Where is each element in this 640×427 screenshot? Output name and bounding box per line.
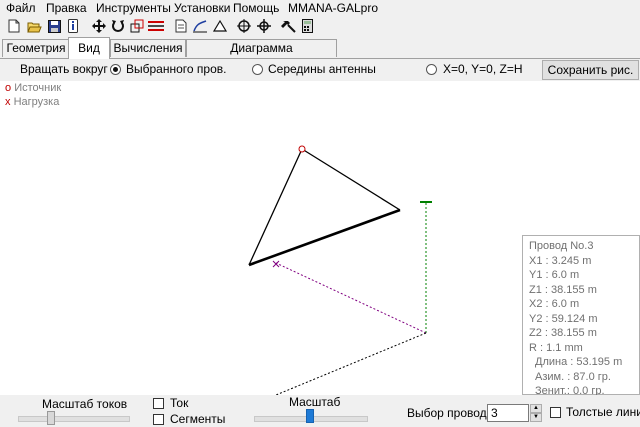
segments-checkbox-label[interactable]: Сегменты (170, 412, 225, 426)
tab-strip: Геометрия Вид Вычисления Диаграмма напра… (0, 37, 640, 72)
wire-1 (301, 148, 401, 211)
source-marker (298, 145, 306, 153)
current-scale-slider-thumb[interactable] (47, 411, 55, 425)
open-folder-icon[interactable] (26, 18, 42, 34)
current-checkbox[interactable] (153, 398, 164, 409)
thick-lines-checkbox[interactable] (550, 407, 561, 418)
menu-mmana-galpro[interactable]: MMANA-GALpro (288, 1, 378, 15)
current-checkbox-label[interactable]: Ток (170, 396, 188, 410)
toolbar (0, 17, 640, 37)
x-axis (275, 262, 427, 334)
scale-slider-thumb[interactable] (306, 409, 314, 423)
info-icon[interactable] (65, 18, 81, 34)
hammer-icon[interactable] (280, 18, 296, 34)
wires-icon[interactable] (148, 18, 164, 34)
calculator-icon[interactable] (299, 18, 315, 34)
wire-info-title: Провод No.3 (529, 240, 594, 252)
wire-3-selected (248, 208, 401, 267)
thick-lines-label[interactable]: Толстые линии (566, 405, 640, 419)
radio-origin[interactable] (426, 64, 437, 75)
current-scale-label: Масштаб токов (42, 397, 128, 411)
radio-antenna-center-label[interactable]: Середины антенны (268, 62, 376, 76)
target-icon[interactable] (236, 18, 252, 34)
wire-info-length: Длина : 53.195 m (535, 356, 623, 368)
menu-help[interactable]: Помощь (233, 1, 279, 15)
triangle-icon[interactable] (212, 18, 228, 34)
wire-info-y2: Y2 : 59.124 m (529, 312, 598, 325)
rotate-icon[interactable] (110, 18, 126, 34)
load-marker (272, 260, 280, 268)
wire-info-azimuth: Азим. : 87.0 гр. (535, 370, 611, 383)
tab-radiation-pattern[interactable]: Диаграмма направленности (186, 39, 337, 72)
menu-bar: Файл Правка Инструменты Установки Помощь… (0, 0, 640, 17)
wire-info-panel: Провод No.3 X1 : 3.245 m Y1 : 6.0 m Z1 :… (522, 235, 640, 397)
spin-up-button[interactable]: ▲ (530, 404, 542, 413)
save-picture-button[interactable]: Сохранить рис. (542, 60, 639, 80)
save-icon[interactable] (46, 18, 62, 34)
tab-view[interactable]: Вид (68, 37, 110, 59)
y-axis (275, 332, 427, 395)
document-icon[interactable] (173, 18, 189, 34)
menu-settings[interactable]: Установки (174, 1, 230, 15)
wire-select-input[interactable]: 3 (487, 404, 529, 422)
antenna-view-canvas[interactable]: o Источник x Нагрузка Провод No.3 X1 : 3… (0, 81, 640, 397)
move-arrows-icon[interactable] (91, 18, 107, 34)
wire-info-z2: Z2 : 38.155 m (529, 327, 597, 339)
radio-selected-wire[interactable] (110, 64, 121, 75)
menu-edit[interactable]: Правка (46, 1, 87, 15)
tab-calculations[interactable]: Вычисления (110, 39, 186, 57)
menu-file[interactable]: Файл (6, 1, 36, 15)
wire-info-z1: Z1 : 38.155 m (529, 283, 597, 296)
radio-origin-label[interactable]: X=0, Y=0, Z=H (443, 62, 523, 76)
menu-tools[interactable]: Инструменты (96, 1, 171, 15)
rotate-options-row: Вращать вокруг : Выбранного пров. Середи… (0, 59, 640, 81)
wire-select-label: Выбор провода (407, 406, 494, 420)
wire-info-x2: X2 : 6.0 m (529, 298, 580, 310)
new-file-icon[interactable] (6, 18, 22, 34)
scale-icon[interactable] (129, 18, 145, 34)
rotate-label: Вращать вокруг : (20, 62, 115, 76)
scale-label: Масштаб (289, 395, 341, 409)
tab-geometry[interactable]: Геометрия (2, 39, 70, 57)
segments-checkbox[interactable] (153, 414, 164, 425)
crosshair-icon[interactable] (256, 18, 272, 34)
spin-down-button[interactable]: ▼ (530, 413, 542, 422)
bottom-controls: Масштаб токов Ток Сегменты Масштаб Выбор… (0, 395, 640, 427)
draw-icon[interactable] (192, 18, 208, 34)
radio-antenna-center[interactable] (252, 64, 263, 75)
current-scale-track[interactable] (18, 416, 130, 422)
wire-info-radius: R : 1.1 mm (529, 341, 583, 354)
wire-info-y1: Y1 : 6.0 m (529, 269, 580, 281)
radio-selected-wire-label[interactable]: Выбранного пров. (126, 62, 226, 76)
wire-info-x1: X1 : 3.245 m (529, 254, 592, 267)
